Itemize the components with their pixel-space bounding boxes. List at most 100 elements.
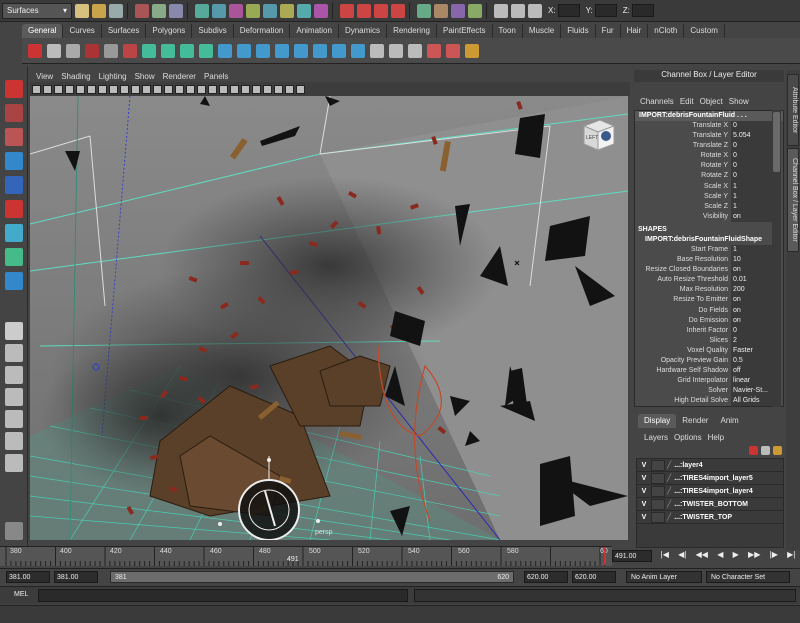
- channel-row[interactable]: Scale Z1: [635, 201, 783, 212]
- select-hierarchy-icon[interactable]: [135, 3, 149, 18]
- end-time-field[interactable]: 620.00: [572, 571, 616, 583]
- channel-row[interactable]: Opacity Preview Gain 0.5: [635, 355, 783, 367]
- select-object-icon[interactable]: [152, 3, 166, 18]
- channel-box-toggle-icon[interactable]: [494, 3, 508, 18]
- textured-icon[interactable]: [186, 84, 195, 94]
- shelf-tool-icon[interactable]: [47, 43, 61, 58]
- shelf-tab-dynamics[interactable]: Dynamics: [339, 24, 388, 38]
- shelf-tool-icon[interactable]: [66, 43, 80, 58]
- gate-mask-icon[interactable]: [109, 84, 118, 94]
- shelf-tab-hair[interactable]: Hair: [621, 24, 649, 38]
- channel-value[interactable]: Navier-St...: [731, 386, 773, 397]
- shelf-tab-fluids[interactable]: Fluids: [561, 24, 596, 38]
- layer-visibility-toggle[interactable]: V: [637, 475, 651, 482]
- shelf-tab-polygons[interactable]: Polygons: [146, 24, 193, 38]
- go-to-start-button[interactable]: |◀: [661, 550, 669, 562]
- channel-value[interactable]: 0: [731, 121, 773, 132]
- paint-select-tool-icon[interactable]: [5, 128, 23, 146]
- wireframe-on-shaded-icon[interactable]: [175, 84, 184, 94]
- bookmark-icon[interactable]: [54, 84, 63, 94]
- current-frame-field[interactable]: 491.00: [612, 550, 652, 562]
- mask-joints-icon[interactable]: [212, 3, 226, 18]
- mudbox-icon[interactable]: [5, 522, 23, 540]
- manipulator-tool-icon[interactable]: [5, 224, 23, 242]
- single-pane-layout-icon[interactable]: [5, 322, 23, 340]
- channel-value[interactable]: on: [731, 315, 773, 326]
- play-forwards-button[interactable]: ▶: [733, 550, 739, 562]
- shelf-tool-icon[interactable]: [104, 43, 118, 58]
- viewport-menu-show[interactable]: Show: [135, 72, 155, 81]
- channel-value[interactable]: 200: [731, 285, 773, 296]
- channel-row[interactable]: Translate Z0: [635, 141, 783, 152]
- hypershade-layout-icon[interactable]: [5, 454, 23, 472]
- mask-deformers-icon[interactable]: [263, 3, 277, 18]
- channel-value[interactable]: All Grids: [731, 396, 773, 406]
- backface-culling-icon[interactable]: [296, 84, 305, 94]
- go-to-end-button[interactable]: ▶|: [787, 550, 795, 562]
- channel-row[interactable]: Scale Y1: [635, 191, 783, 202]
- channel-row[interactable]: Solver Navier-St...: [635, 386, 783, 397]
- mask-misc-icon[interactable]: [314, 3, 328, 18]
- channel-row[interactable]: Max Resolution 200: [635, 285, 783, 296]
- xray-icon[interactable]: [274, 84, 283, 94]
- layer-menu-options[interactable]: Options: [674, 433, 702, 442]
- resolution-gate-icon[interactable]: [98, 84, 107, 94]
- channel-value[interactable]: on: [731, 265, 773, 276]
- shelf-tool-icon[interactable]: [370, 43, 384, 58]
- shelf-tab-curves[interactable]: Curves: [63, 24, 102, 38]
- layer-playback-toggle[interactable]: [651, 459, 665, 471]
- render-settings-icon[interactable]: [468, 3, 482, 18]
- channel-box-menu-edit[interactable]: Edit: [680, 97, 694, 106]
- shelf-tab-animation[interactable]: Animation: [290, 24, 339, 38]
- step-forward-key-button[interactable]: |▶: [770, 550, 778, 562]
- render-current-icon[interactable]: [434, 3, 448, 18]
- channel-box-menu-show[interactable]: Show: [729, 97, 749, 106]
- layer-tab-render[interactable]: Render: [676, 414, 714, 428]
- channel-value[interactable]: on: [731, 211, 773, 222]
- graph-layout-icon[interactable]: [5, 432, 23, 450]
- shelf-tool-icon[interactable]: [237, 43, 251, 58]
- delete-layer-icon[interactable]: [749, 446, 758, 455]
- shadows-icon[interactable]: [208, 84, 217, 94]
- channel-value[interactable]: 1: [731, 244, 773, 256]
- shelf-tool-icon[interactable]: [332, 43, 346, 58]
- side-tab-attribute-editor[interactable]: Attribute Editor: [787, 74, 799, 146]
- render-view-icon[interactable]: [417, 3, 431, 18]
- channel-value[interactable]: Faster: [731, 345, 773, 356]
- mask-surfaces-icon[interactable]: [246, 3, 260, 18]
- shelf-tool-icon[interactable]: [180, 43, 194, 58]
- scale-tool-icon[interactable]: [5, 200, 23, 218]
- shelf-tool-icon[interactable]: [275, 43, 289, 58]
- mask-curves-icon[interactable]: [229, 3, 243, 18]
- wireframe-icon[interactable]: [153, 84, 162, 94]
- time-slider[interactable]: 380 400 420 440 460 480 500 520 540 560 …: [0, 546, 612, 566]
- channel-row[interactable]: High Detail Solve All Grids: [635, 396, 783, 406]
- snap-point-icon[interactable]: [374, 3, 388, 18]
- shelf-tool-icon[interactable]: [161, 43, 175, 58]
- isolate-select-icon[interactable]: [263, 84, 272, 94]
- shelf-tool-icon[interactable]: [218, 43, 232, 58]
- xray-joints-icon[interactable]: [285, 84, 294, 94]
- viewport-menu-renderer[interactable]: Renderer: [163, 72, 196, 81]
- layer-playback-toggle[interactable]: [651, 511, 665, 523]
- shelf-tab-general[interactable]: General: [22, 24, 64, 38]
- channel-value[interactable]: 0: [731, 325, 773, 336]
- shelf-tab-deformation[interactable]: Deformation: [234, 24, 291, 38]
- channel-row[interactable]: Visibility on: [635, 211, 783, 222]
- channel-row[interactable]: Rotate X0: [635, 151, 783, 162]
- select-component-icon[interactable]: [169, 3, 183, 18]
- attribute-editor-toggle-icon[interactable]: [511, 3, 525, 18]
- anti-aliasing-icon[interactable]: [241, 84, 250, 94]
- character-set-dropdown[interactable]: No Character Set: [706, 571, 790, 583]
- shelf-tool-icon[interactable]: [256, 43, 270, 58]
- playback-end-field[interactable]: 620.00: [524, 571, 568, 583]
- shelf-tool-icon[interactable]: [294, 43, 308, 58]
- rotate-tool-icon[interactable]: [5, 176, 23, 194]
- image-plane-icon[interactable]: [65, 84, 74, 94]
- channel-value[interactable]: 10: [731, 255, 773, 266]
- shelf-tool-icon[interactable]: [427, 43, 441, 58]
- layer-row[interactable]: V ╱ ...:layer4: [637, 459, 783, 472]
- layer-tab-anim[interactable]: Anim: [714, 414, 744, 428]
- shelf-tab-rendering[interactable]: Rendering: [387, 24, 437, 38]
- script-language-label[interactable]: MEL: [14, 591, 28, 598]
